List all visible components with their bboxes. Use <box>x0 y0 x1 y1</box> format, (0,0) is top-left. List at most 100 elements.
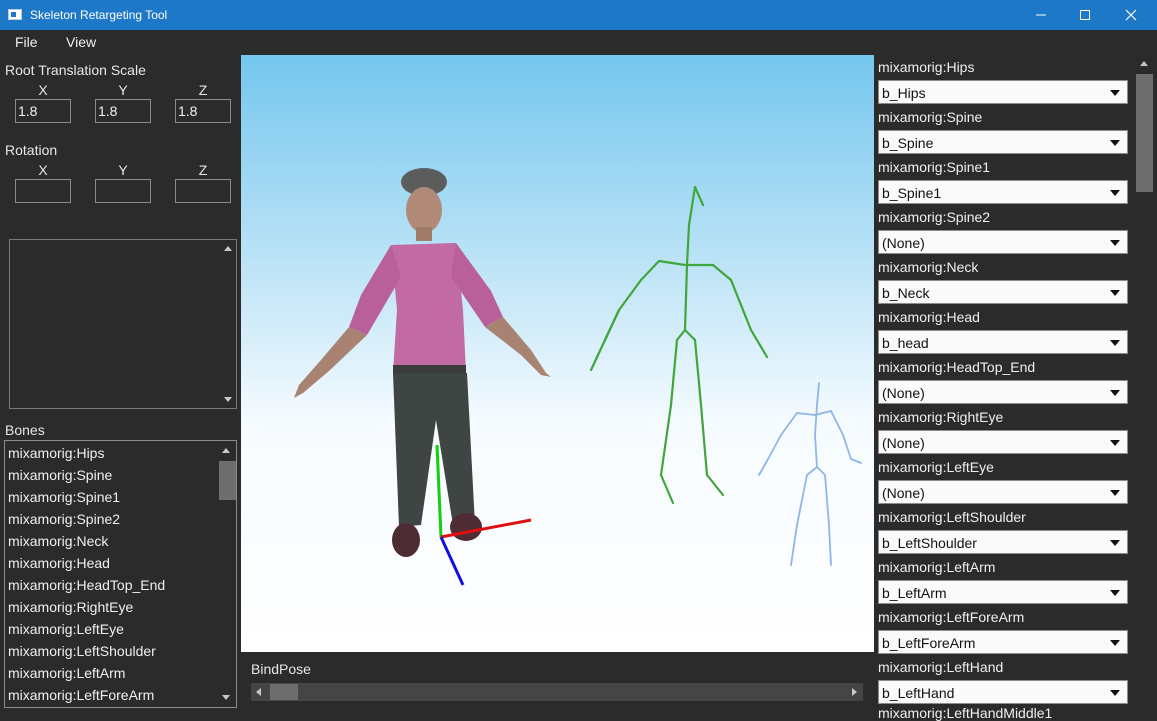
scroll-right-icon[interactable] <box>852 688 857 696</box>
chevron-down-icon <box>1110 90 1120 96</box>
scroll-thumb[interactable] <box>1136 74 1153 192</box>
source-bone-label: mixamorig:LeftHand <box>878 659 1004 675</box>
target-bone-dropdown[interactable]: (None) <box>878 230 1128 254</box>
target-bone-dropdown[interactable]: b_Hips <box>878 80 1128 104</box>
target-skeleton <box>758 382 862 566</box>
dropdown-value: b_LeftForeArm <box>882 635 976 651</box>
bone-mapping-row: mixamorig:Spine2 (None) <box>878 205 1128 255</box>
character-model <box>294 168 551 557</box>
list-item[interactable]: mixamorig:Spine1 <box>8 489 120 505</box>
chevron-down-icon <box>1110 640 1120 646</box>
list-item[interactable]: mixamorig:LeftForeArm <box>8 687 154 703</box>
chevron-down-icon <box>1110 540 1120 546</box>
maximize-button[interactable] <box>1062 0 1108 30</box>
menu-bar: File View <box>0 30 1157 54</box>
chevron-down-icon <box>1110 690 1120 696</box>
dropdown-value: (None) <box>882 385 925 401</box>
list-item[interactable]: mixamorig:Neck <box>8 533 108 549</box>
rotation-y-field[interactable] <box>95 179 151 203</box>
chevron-down-icon <box>1110 590 1120 596</box>
rotation-z-label: Z <box>198 162 208 178</box>
list-item[interactable]: mixamorig:Spine <box>8 467 112 483</box>
scene-render <box>294 168 862 586</box>
log-scrollbar[interactable] <box>220 240 236 408</box>
list-item[interactable]: mixamorig:Hips <box>8 445 104 461</box>
menu-view[interactable]: View <box>66 34 96 50</box>
dropdown-value: b_Spine1 <box>882 185 942 201</box>
list-item[interactable]: mixamorig:LeftShoulder <box>8 643 156 659</box>
bone-mapping-row: mixamorig:LeftForeArm b_LeftForeArm <box>878 605 1128 655</box>
chevron-down-icon <box>1110 390 1120 396</box>
minimize-button[interactable] <box>1018 0 1064 30</box>
source-skeleton <box>589 185 769 505</box>
source-bone-label: mixamorig:HeadTop_End <box>878 359 1036 375</box>
target-bone-dropdown[interactable]: b_LeftForeArm <box>878 630 1128 654</box>
scroll-up-icon[interactable] <box>1140 61 1148 66</box>
target-bone-dropdown[interactable]: b_Spine <box>878 130 1128 154</box>
timeline-scrollbar[interactable] <box>251 683 863 701</box>
source-bone-label: mixamorig:RightEye <box>878 409 1004 425</box>
list-item[interactable]: mixamorig:RightEye <box>8 599 133 615</box>
bone-mapping-row: mixamorig:Spine b_Spine <box>878 105 1128 155</box>
source-bone-label: mixamorig:Head <box>878 309 980 325</box>
target-bone-dropdown[interactable]: b_LeftHand <box>878 680 1128 704</box>
chevron-down-icon <box>1110 290 1120 296</box>
chevron-down-icon <box>1110 340 1120 346</box>
dropdown-value: b_Hips <box>882 85 926 101</box>
list-item[interactable]: mixamorig:LeftEye <box>8 621 124 637</box>
root-x-field[interactable]: 1.8 <box>15 99 71 123</box>
title-bar: Skeleton Retargeting Tool <box>0 0 1157 30</box>
list-item[interactable]: mixamorig:Head <box>8 555 110 571</box>
dropdown-value: b_LeftArm <box>882 585 947 601</box>
log-text-area[interactable] <box>9 239 237 409</box>
minimize-icon <box>1036 14 1046 16</box>
target-bone-dropdown[interactable]: (None) <box>878 430 1128 454</box>
scroll-down-icon[interactable] <box>222 695 230 700</box>
target-bone-dropdown[interactable]: (None) <box>878 480 1128 504</box>
target-bone-dropdown[interactable]: b_LeftShoulder <box>878 530 1128 554</box>
scroll-thumb[interactable] <box>219 461 236 500</box>
mapping-scrollbar[interactable] <box>1134 55 1154 712</box>
root-y-field[interactable]: 1.8 <box>95 99 151 123</box>
timeline-thumb[interactable] <box>270 684 298 700</box>
root-z-field[interactable]: 1.8 <box>175 99 231 123</box>
bone-mapping-row: mixamorig:Neck b_Neck <box>878 255 1128 305</box>
rotation-y-label: Y <box>118 162 128 178</box>
menu-file[interactable]: File <box>15 34 38 50</box>
root-z-label: Z <box>198 82 208 98</box>
rotation-x-label: X <box>38 162 48 178</box>
bones-list[interactable]: mixamorig:Hips mixamorig:Spine mixamorig… <box>4 440 237 708</box>
chevron-down-icon <box>1110 190 1120 196</box>
target-bone-dropdown[interactable]: b_LeftArm <box>878 580 1128 604</box>
close-button[interactable] <box>1108 0 1154 30</box>
chevron-down-icon <box>1110 140 1120 146</box>
bones-scrollbar[interactable] <box>217 442 236 706</box>
bone-mapping-row: mixamorig:LeftEye (None) <box>878 455 1128 505</box>
dropdown-value: b_LeftShoulder <box>882 535 977 551</box>
maximize-icon <box>1080 10 1090 20</box>
window-title: Skeleton Retargeting Tool <box>30 8 168 22</box>
list-item[interactable]: mixamorig:LeftArm <box>8 665 125 681</box>
scroll-left-icon[interactable] <box>256 688 261 696</box>
source-bone-label: mixamorig:LeftEye <box>878 459 994 475</box>
3d-viewport[interactable] <box>241 55 874 652</box>
list-item[interactable]: mixamorig:Spine2 <box>8 511 120 527</box>
list-item[interactable]: mixamorig:HeadTop_End <box>8 577 165 593</box>
dropdown-value: b_Neck <box>882 285 930 301</box>
bone-mapping-row: mixamorig:LeftArm b_LeftArm <box>878 555 1128 605</box>
bone-mapping-row: mixamorig:LeftShoulder b_LeftShoulder <box>878 505 1128 555</box>
target-bone-dropdown[interactable]: (None) <box>878 380 1128 404</box>
scroll-up-icon[interactable] <box>222 448 230 453</box>
bone-mapping-row: mixamorig:HeadTop_End (None) <box>878 355 1128 405</box>
source-bone-label: mixamorig:Spine1 <box>878 159 991 175</box>
target-bone-dropdown[interactable]: b_Spine1 <box>878 180 1128 204</box>
source-bone-label: mixamorig:LeftArm <box>878 559 996 575</box>
scroll-up-icon[interactable] <box>224 246 232 251</box>
scroll-down-icon[interactable] <box>224 397 232 402</box>
target-bone-dropdown[interactable]: b_head <box>878 330 1128 354</box>
dropdown-value: b_head <box>882 335 929 351</box>
target-bone-dropdown[interactable]: b_Neck <box>878 280 1128 304</box>
source-bone-label: mixamorig:Hips <box>878 59 975 75</box>
rotation-z-field[interactable] <box>175 179 231 203</box>
rotation-x-field[interactable] <box>15 179 71 203</box>
